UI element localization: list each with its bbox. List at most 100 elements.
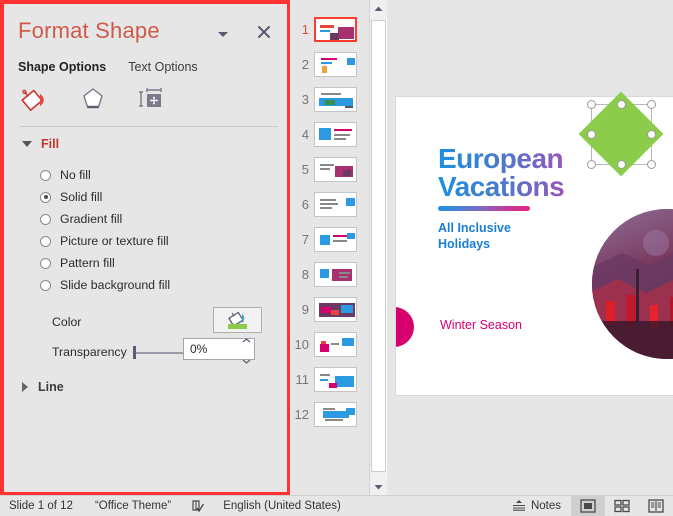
thumbnail-slide-2[interactable]: 2 (290, 47, 370, 82)
tab-shape-options[interactable]: Shape Options (18, 60, 106, 74)
thumbnail-number: 6 (301, 197, 309, 212)
radio-picture-texture-fill[interactable]: Picture or texture fill (40, 230, 280, 252)
title-underline-bar (438, 206, 530, 211)
shape-selection-frame (578, 91, 664, 177)
thumbnail-number: 12 (294, 407, 309, 422)
radio-pattern-fill[interactable]: Pattern fill (40, 252, 280, 274)
thumbnail-preview[interactable] (314, 227, 357, 252)
thumbnail-scrollbar[interactable] (369, 0, 387, 495)
notes-label: Notes (530, 500, 561, 512)
resize-handle-top-right[interactable] (647, 100, 656, 109)
fill-color-button[interactable] (213, 307, 262, 333)
slide-caption[interactable]: Winter Season (440, 318, 522, 332)
thumbnail-preview[interactable] (314, 402, 357, 427)
reading-view-icon[interactable] (639, 496, 673, 516)
radio-no-fill[interactable]: No fill (40, 164, 280, 186)
size-properties-icon[interactable] (136, 84, 166, 114)
resize-handle-middle-left[interactable] (587, 130, 596, 139)
photo-image (592, 209, 673, 359)
slide-photo-circle[interactable] (592, 209, 673, 359)
thumbnail-preview[interactable] (314, 87, 357, 112)
line-section-header[interactable]: Line (22, 380, 64, 394)
status-theme-name: “Office Theme” (94, 500, 172, 512)
stepper-down-icon[interactable] (242, 351, 251, 369)
thumbnail-preview[interactable] (314, 262, 357, 287)
radio-indicator (40, 257, 51, 269)
slide-thumbnail-panel: 1 2 3 4 5 6 7 8 9 10 11 12 (290, 0, 370, 495)
radio-label: Solid fill (60, 190, 103, 204)
normal-view-icon[interactable] (571, 495, 605, 516)
radio-label: Gradient fill (60, 212, 123, 226)
scroll-up-icon[interactable] (370, 0, 387, 17)
stepper-up-icon[interactable] (242, 330, 251, 348)
caption-pill-shape[interactable] (396, 307, 414, 347)
thumbnail-slide-5[interactable]: 5 (290, 152, 370, 187)
chevron-down-icon[interactable] (215, 26, 231, 42)
options-tabs: Shape Options Text Options (18, 60, 198, 74)
resize-handle-top-center[interactable] (617, 100, 626, 109)
radio-solid-fill[interactable]: Solid fill (40, 186, 280, 208)
thumbnail-number: 10 (294, 337, 309, 352)
thumbnail-number: 11 (295, 372, 310, 387)
stepper-arrows (238, 337, 254, 364)
thumbnail-preview[interactable] (314, 17, 357, 42)
resize-handle-bottom-center[interactable] (617, 160, 626, 169)
fill-line-icon[interactable] (20, 84, 50, 114)
thumbnail-number: 3 (301, 92, 309, 107)
thumbnail-preview[interactable] (314, 157, 357, 182)
scrollbar-thumb[interactable] (371, 20, 386, 472)
chevron-down-icon (22, 141, 32, 147)
resize-handle-bottom-left[interactable] (587, 160, 596, 169)
status-slide-count: Slide 1 of 12 (9, 500, 73, 512)
slide-subtitle[interactable]: All Inclusive Holidays (438, 221, 588, 252)
transparency-slider-thumb[interactable] (133, 346, 136, 359)
chevron-right-icon (22, 382, 28, 392)
radio-indicator (40, 169, 51, 181)
thumbnail-number: 9 (301, 302, 309, 317)
thumbnail-slide-1[interactable]: 1 (290, 12, 370, 47)
radio-slide-background-fill[interactable]: Slide background fill (40, 274, 280, 296)
radio-gradient-fill[interactable]: Gradient fill (40, 208, 280, 230)
page-title: Format Shape (18, 18, 160, 43)
radio-indicator (40, 191, 51, 203)
close-icon[interactable] (255, 23, 273, 41)
thumbnail-slide-12[interactable]: 12 (290, 397, 370, 432)
status-language[interactable]: English (United States) (223, 500, 341, 512)
powerpoint-window: Format Shape Shape Options Text Options (0, 0, 673, 516)
divider (20, 126, 278, 127)
tab-text-options[interactable]: Text Options (128, 60, 197, 74)
thumbnail-preview[interactable] (314, 192, 357, 217)
thumbnail-slide-10[interactable]: 10 (290, 327, 370, 362)
color-row: Color (52, 307, 278, 333)
slide-title-line2: Vacations (438, 173, 648, 201)
notes-icon (512, 499, 526, 514)
transparency-stepper[interactable]: 0% (183, 337, 255, 364)
transparency-row: Transparency 0% (52, 337, 282, 364)
radio-label: No fill (60, 168, 91, 182)
line-section-label: Line (38, 380, 64, 394)
fill-section-label: Fill (41, 137, 60, 151)
thumbnail-number: 5 (301, 162, 309, 177)
resize-handle-middle-right[interactable] (647, 130, 656, 139)
fill-section-header[interactable]: Fill (22, 137, 59, 151)
radio-indicator (40, 213, 51, 225)
thumbnail-slide-4[interactable]: 4 (290, 117, 370, 152)
thumbnail-slide-6[interactable]: 6 (290, 187, 370, 222)
thumbnail-preview[interactable] (314, 122, 357, 147)
spellcheck-icon[interactable] (191, 499, 205, 513)
thumbnail-preview[interactable] (314, 52, 357, 77)
effects-icon[interactable] (78, 84, 108, 114)
thumbnail-slide-8[interactable]: 8 (290, 257, 370, 292)
resize-handle-top-left[interactable] (587, 100, 596, 109)
thumbnail-preview[interactable] (314, 332, 357, 357)
thumbnail-preview[interactable] (314, 367, 357, 392)
thumbnail-slide-3[interactable]: 3 (290, 82, 370, 117)
thumbnail-slide-9[interactable]: 9 (290, 292, 370, 327)
resize-handle-bottom-right[interactable] (647, 160, 656, 169)
scroll-down-icon[interactable] (370, 478, 387, 495)
thumbnail-slide-7[interactable]: 7 (290, 222, 370, 257)
thumbnail-preview[interactable] (314, 297, 357, 322)
notes-button[interactable]: Notes (502, 499, 571, 514)
slide-sorter-icon[interactable] (605, 496, 639, 516)
thumbnail-slide-11[interactable]: 11 (290, 362, 370, 397)
